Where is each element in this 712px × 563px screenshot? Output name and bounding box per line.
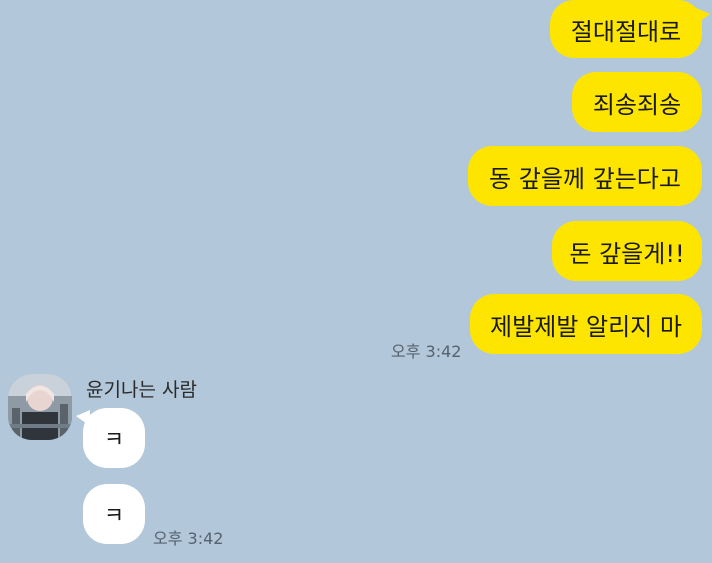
sent-message[interactable]: 돈 갚을게!!	[552, 221, 702, 281]
profile-photo-icon	[8, 374, 72, 440]
received-message[interactable]: ㅋ	[83, 408, 145, 468]
sent-timestamp: 오후 3:42	[391, 342, 462, 361]
received-timestamp: 오후 3:42	[153, 529, 224, 548]
avatar[interactable]	[8, 374, 72, 440]
sent-message[interactable]: 죄송죄송	[572, 72, 702, 132]
chat-room: 절대절대로 죄송죄송 동 갚을께 갚는다고 돈 갚을게!! 제발제발 알리지 마…	[0, 0, 712, 563]
bubble-tail	[696, 8, 710, 24]
sent-message[interactable]: 제발제발 알리지 마	[470, 294, 702, 354]
received-message[interactable]: ㅋ	[83, 484, 145, 544]
sent-message[interactable]: 동 갚을께 갚는다고	[468, 146, 702, 206]
sent-message[interactable]: 절대절대로	[550, 0, 702, 58]
sender-name: 윤기나는 사람	[86, 379, 197, 401]
